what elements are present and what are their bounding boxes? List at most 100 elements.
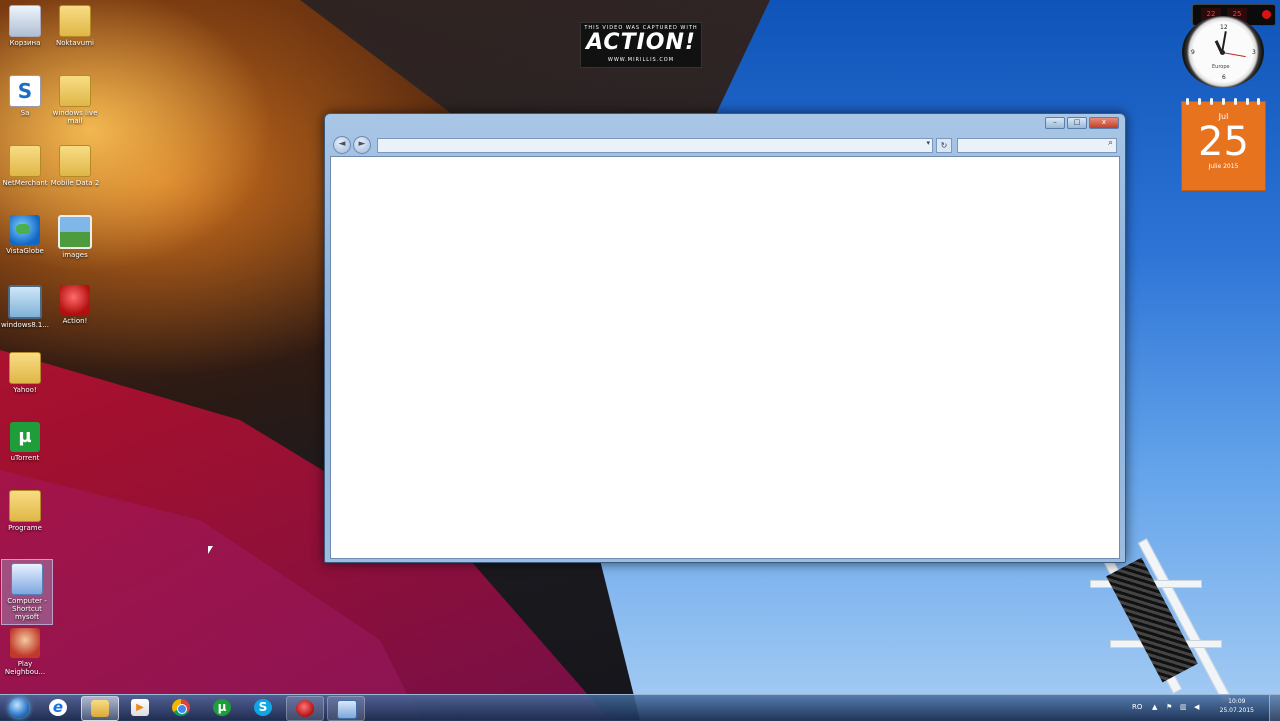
watermark-url: WWW.MIRILLIS.COM	[607, 57, 675, 63]
desktop-icon-computer-shortcut[interactable]: Computer - Shortcut mysoft	[1, 559, 53, 625]
flag-icon[interactable]: ⚑	[1166, 703, 1172, 711]
game-icon	[10, 628, 40, 658]
browser-window[interactable]: – □ x ◄ ► ▾ ↻ ⌕	[324, 113, 1126, 563]
recycle-bin-icon	[9, 5, 41, 37]
refresh-button[interactable]: ↻	[936, 138, 952, 153]
tray-expand-icon[interactable]: ▲	[1152, 703, 1157, 711]
mouse-cursor	[208, 546, 213, 554]
taskbar-clock[interactable]: 10:09 25.07.2015	[1220, 697, 1254, 715]
start-button[interactable]	[2, 695, 36, 721]
clock-gadget[interactable]: 12 3 6 9 Europe	[1182, 16, 1264, 88]
desktop-icon-label: windows live mail	[52, 109, 98, 125]
control-icon	[11, 563, 43, 595]
folder-icon	[9, 490, 41, 522]
desktop-icon-action[interactable]: Action!	[50, 285, 100, 325]
system-tray: RO ▲ ⚑ ▥ ◀ 10:09 25.07.2015	[1130, 695, 1280, 721]
back-button[interactable]: ◄	[333, 136, 351, 154]
taskbar-time: 10:09	[1228, 698, 1246, 705]
app-icon: S	[9, 75, 41, 107]
folder-icon	[9, 352, 41, 384]
address-dropdown-icon[interactable]: ▾	[926, 139, 930, 147]
chrome-icon	[172, 699, 190, 716]
media-player-icon: ▶	[131, 699, 149, 716]
desktop-icon-label: Computer - Shortcut mysoft	[7, 597, 47, 621]
desktop-icon-folder[interactable]: Mobile Data 2	[50, 145, 100, 187]
desktop-icon-folder[interactable]: windows live mail	[50, 75, 100, 125]
close-button[interactable]: x	[1089, 117, 1119, 129]
desktop-icon-label: Noktavumi	[56, 39, 94, 47]
action-icon	[296, 700, 314, 717]
address-bar[interactable]: ▾	[377, 138, 933, 153]
taskbar-media-player[interactable]: ▶	[122, 696, 158, 719]
meter-indicator-icon	[1262, 10, 1271, 19]
ie-icon: e	[49, 699, 67, 716]
desktop-icon-label: Sa	[20, 109, 30, 117]
volume-icon[interactable]: ◀	[1194, 703, 1199, 711]
folder-icon	[59, 5, 91, 37]
desktop-icon-images[interactable]: images	[50, 215, 100, 259]
windows-orb-icon	[9, 698, 29, 718]
clock-city: Europe	[1212, 64, 1230, 70]
desktop-icon-vistaglobe[interactable]: VistaGlobe	[0, 215, 50, 255]
taskbar-skype[interactable]: S	[245, 696, 281, 719]
desktop-icon-programe[interactable]: Programe	[0, 490, 50, 532]
calendar-month-year: Julie 2015	[1208, 163, 1239, 170]
folder-icon	[9, 145, 41, 177]
desktop-icon-folder[interactable]: Noktavumi	[50, 5, 100, 47]
watermark-brand: ACTION!	[586, 30, 696, 55]
desktop-icon-label: windows8.1...	[0, 321, 49, 329]
taskbar: e ▶ µ S RO ▲ ⚑ ▥ ◀ 10:09 25.07.2015	[0, 694, 1280, 721]
window-caption-buttons: – □ x	[1045, 117, 1119, 129]
action-icon	[60, 285, 90, 315]
calendar-rings	[1182, 98, 1265, 105]
desktop-icon-recycle-bin[interactable]: Корзина	[0, 5, 50, 47]
desktop-icon-label: images	[62, 251, 88, 259]
taskbar-chrome[interactable]	[163, 696, 199, 719]
desktop-icon-label: NetMerchant	[2, 179, 48, 187]
monitor-icon	[8, 285, 42, 319]
network-icon[interactable]: ▥	[1180, 703, 1187, 711]
desktop-icon-label: Mobile Data 2	[50, 179, 100, 187]
taskbar-date: 25.07.2015	[1219, 707, 1254, 714]
page-content[interactable]	[330, 156, 1120, 559]
desktop-icon-utorrent[interactable]: µ uTorrent	[0, 422, 50, 462]
desktop-icon-game[interactable]: Play Neighbou...	[0, 628, 50, 676]
desktop-icon-label: Programe	[8, 524, 42, 532]
desktop-icon-label: Корзина	[9, 39, 41, 47]
maximize-button[interactable]: □	[1067, 117, 1087, 129]
utorrent-icon: µ	[213, 699, 231, 716]
language-indicator[interactable]: RO	[1132, 703, 1142, 711]
window-icon	[337, 700, 357, 719]
skype-icon: S	[254, 699, 272, 716]
globe-icon	[10, 215, 40, 245]
desktop-icon-windows81[interactable]: windows8.1...	[0, 285, 50, 329]
desktop-icon-app[interactable]: S Sa	[0, 75, 50, 117]
clock-second-hand	[1221, 52, 1246, 58]
utorrent-icon: µ	[10, 422, 40, 452]
clock-center	[1220, 50, 1225, 55]
forward-button[interactable]: ►	[353, 136, 371, 154]
taskbar-action[interactable]	[286, 696, 324, 721]
action-watermark: THIS VIDEO WAS CAPTURED WITH ACTION! WWW…	[580, 22, 702, 68]
search-icon[interactable]: ⌕	[1108, 138, 1113, 148]
desktop-icon-label: VistaGlobe	[6, 247, 44, 255]
taskbar-utorrent[interactable]: µ	[204, 696, 240, 719]
desktop-icon-label: Yahoo!	[13, 386, 37, 394]
minimize-button[interactable]: –	[1045, 117, 1065, 129]
taskbar-window[interactable]	[327, 696, 365, 721]
desktop-icon-label: Action!	[62, 317, 88, 325]
search-input[interactable]: ⌕	[957, 138, 1117, 153]
taskbar-ie[interactable]: e	[40, 696, 76, 719]
desktop-icon-label: Play Neighbou...	[4, 660, 46, 676]
show-desktop-button[interactable]	[1269, 695, 1280, 721]
explorer-icon	[91, 700, 109, 717]
folder-icon	[59, 145, 91, 177]
desktop-icon-yahoo[interactable]: Yahoo!	[0, 352, 50, 394]
folder-icon	[59, 75, 91, 107]
calendar-day: 25	[1198, 119, 1249, 165]
desktop-icon-label: uTorrent	[10, 454, 40, 462]
taskbar-explorer[interactable]	[81, 696, 119, 721]
photo-icon	[58, 215, 92, 249]
calendar-gadget[interactable]: Jul 25 Julie 2015	[1181, 98, 1266, 191]
desktop-icon-folder[interactable]: NetMerchant	[0, 145, 50, 187]
